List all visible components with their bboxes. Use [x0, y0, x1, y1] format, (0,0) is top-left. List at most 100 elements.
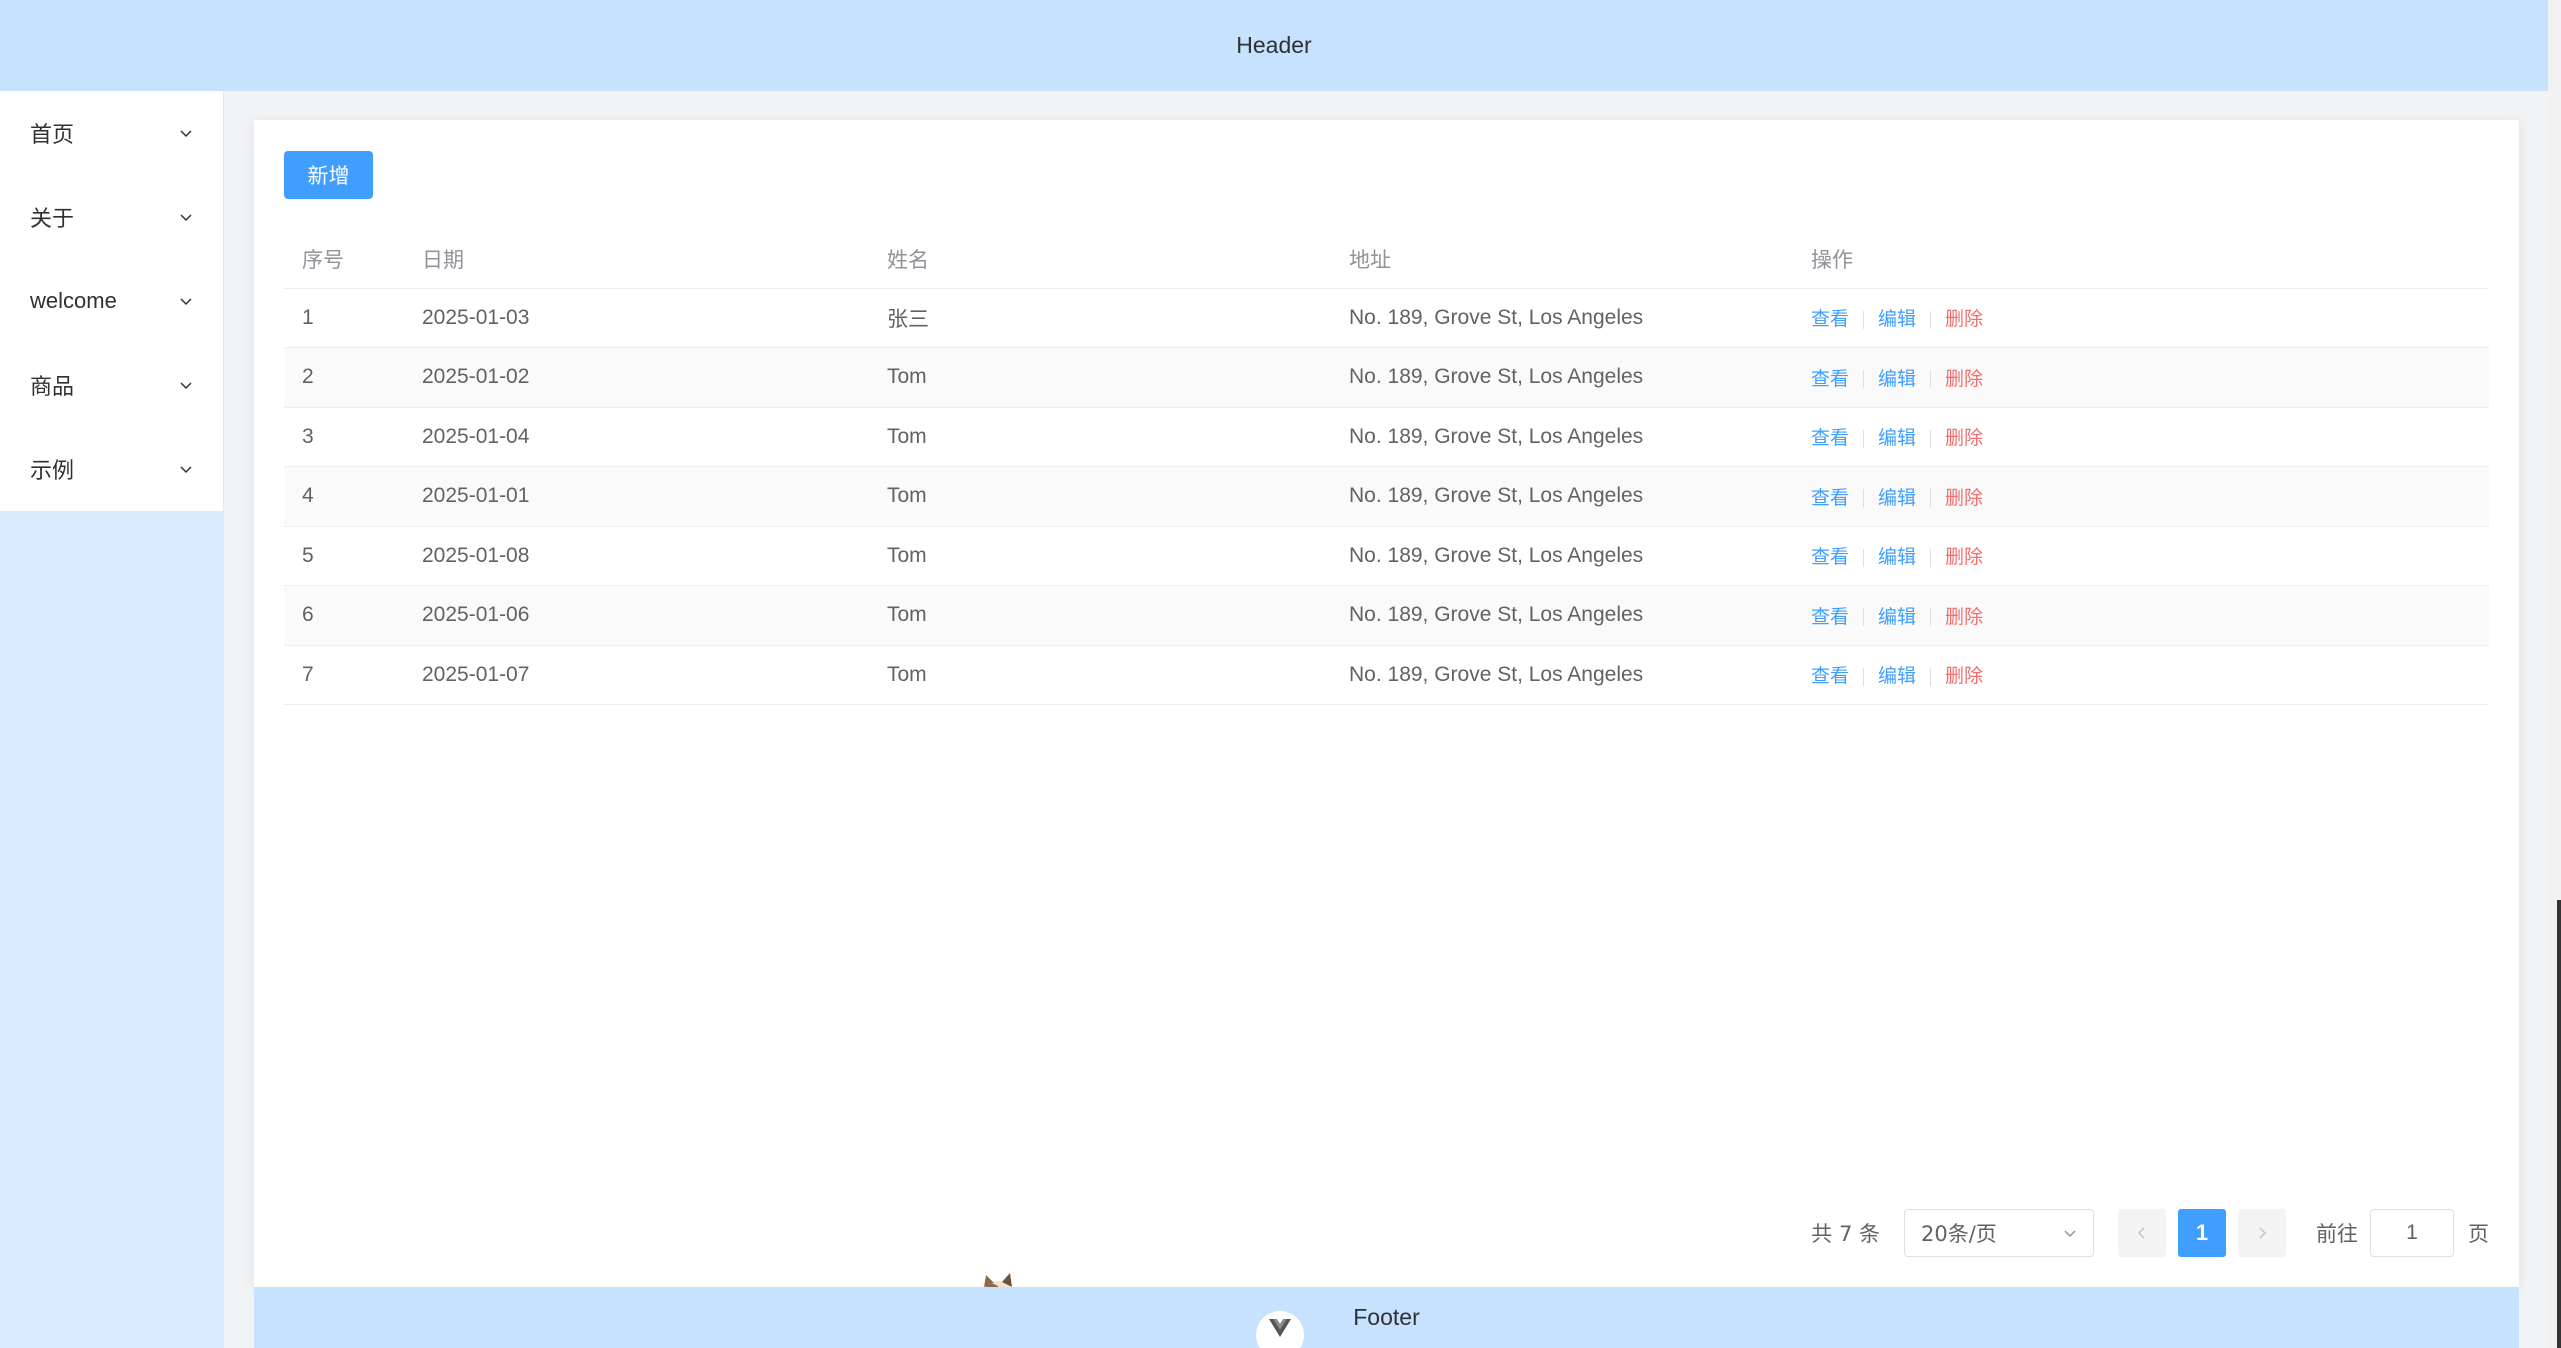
- sidebar-item-label: 首页: [30, 122, 75, 147]
- view-link[interactable]: 查看: [1811, 665, 1849, 687]
- action-divider: [1863, 667, 1865, 686]
- action-divider: [1863, 370, 1865, 389]
- sidebar-item-products[interactable]: 商品: [0, 343, 223, 427]
- view-link[interactable]: 查看: [1811, 368, 1849, 390]
- cell-actions: 查看 编辑 删除: [1793, 585, 2489, 646]
- cell-date: 2025-01-03: [404, 288, 869, 348]
- edit-link[interactable]: 编辑: [1878, 487, 1916, 509]
- sidebar-item-label: 示例: [30, 458, 75, 483]
- cell-actions: 查看 编辑 删除: [1793, 466, 2489, 527]
- prev-page-button[interactable]: [2118, 1209, 2166, 1257]
- pagination: 共 7 条 20条/页 1 前往 页: [1811, 1209, 2489, 1257]
- chevron-down-icon: [180, 130, 192, 138]
- table-body: 1 2025-01-03 张三 No. 189, Grove St, Los Ange…: [284, 288, 2489, 705]
- table-row: 7 2025-01-07 Tom No. 189, Grove St, Los Ang…: [284, 645, 2489, 705]
- edit-link[interactable]: 编辑: [1878, 665, 1916, 687]
- action-divider: [1863, 548, 1865, 567]
- app-header: Header: [0, 0, 2548, 91]
- page-jump-input[interactable]: [2370, 1209, 2454, 1257]
- next-page-button[interactable]: [2238, 1209, 2286, 1257]
- cell-name: Tom: [869, 526, 1331, 586]
- table-row: 4 2025-01-01 Tom No. 189, Grove St, Los Ang…: [284, 466, 2489, 527]
- view-link[interactable]: 查看: [1811, 427, 1849, 449]
- cell-date: 2025-01-01: [404, 466, 869, 527]
- app-footer: Footer: [254, 1287, 2519, 1348]
- cell-name: Tom: [869, 466, 1331, 527]
- action-divider: [1863, 489, 1865, 508]
- sidebar-item-label: welcome: [30, 288, 117, 313]
- cell-name: Tom: [869, 407, 1331, 467]
- delete-link[interactable]: 删除: [1945, 665, 1983, 687]
- delete-link[interactable]: 删除: [1945, 606, 1983, 628]
- sidebar-item-examples[interactable]: 示例: [0, 427, 223, 511]
- table-row: 3 2025-01-04 Tom No. 189, Grove St, Los Ang…: [284, 407, 2489, 467]
- cell-index: 1: [284, 288, 404, 348]
- cell-address: No. 189, Grove St, Los Angeles: [1331, 466, 1793, 527]
- goto-label: 前往: [2316, 1222, 2358, 1246]
- sidebar-item-label: 关于: [30, 206, 75, 231]
- action-divider: [1863, 429, 1865, 448]
- sidebar: 首页 关于 welcome 商品 示例: [0, 91, 224, 1348]
- view-link[interactable]: 查看: [1811, 546, 1849, 568]
- delete-link[interactable]: 删除: [1945, 308, 1983, 330]
- sidebar-item-label: 商品: [30, 374, 75, 399]
- page-number-current[interactable]: 1: [2178, 1209, 2226, 1257]
- cell-name: Tom: [869, 585, 1331, 646]
- cell-address: No. 189, Grove St, Los Angeles: [1331, 585, 1793, 646]
- sidebar-item-home[interactable]: 首页: [0, 91, 223, 175]
- page-size-select[interactable]: 20条/页: [1904, 1209, 2094, 1257]
- action-divider: [1930, 608, 1932, 627]
- vue-logo-icon: [1256, 1311, 1304, 1348]
- edit-link[interactable]: 编辑: [1878, 308, 1916, 330]
- cell-date: 2025-01-07: [404, 645, 869, 705]
- edit-link[interactable]: 编辑: [1878, 606, 1916, 628]
- sidebar-item-welcome[interactable]: welcome: [0, 259, 223, 343]
- cell-name: Tom: [869, 347, 1331, 408]
- action-divider: [1930, 548, 1932, 567]
- edit-link[interactable]: 编辑: [1878, 546, 1916, 568]
- edit-link[interactable]: 编辑: [1878, 368, 1916, 390]
- cell-name: 张三: [869, 288, 1331, 348]
- cell-date: 2025-01-04: [404, 407, 869, 467]
- table-header-row: 序号 日期 姓名 地址 操作: [284, 230, 2489, 289]
- action-divider: [1930, 310, 1932, 329]
- cell-index: 7: [284, 645, 404, 705]
- action-divider: [1863, 608, 1865, 627]
- page-scrollbar-thumb[interactable]: [2557, 900, 2561, 1348]
- cell-index: 5: [284, 526, 404, 586]
- column-header-actions: 操作: [1793, 230, 2489, 289]
- cell-actions: 查看 编辑 删除: [1793, 407, 2489, 467]
- footer-title: Footer: [1353, 1304, 1420, 1330]
- cell-address: No. 189, Grove St, Los Angeles: [1331, 288, 1793, 348]
- chevron-right-icon: [2259, 1227, 2267, 1239]
- cell-actions: 查看 编辑 删除: [1793, 526, 2489, 586]
- delete-link[interactable]: 删除: [1945, 427, 1983, 449]
- add-button[interactable]: 新增: [284, 151, 373, 199]
- view-link[interactable]: 查看: [1811, 487, 1849, 509]
- chevron-down-icon: [180, 214, 192, 222]
- table-row: 1 2025-01-03 张三 No. 189, Grove St, Los Ange…: [284, 288, 2489, 348]
- cell-address: No. 189, Grove St, Los Angeles: [1331, 526, 1793, 586]
- chevron-left-icon: [2137, 1227, 2145, 1239]
- view-link[interactable]: 查看: [1811, 606, 1849, 628]
- cell-index: 3: [284, 407, 404, 467]
- cell-date: 2025-01-02: [404, 347, 869, 408]
- action-divider: [1930, 370, 1932, 389]
- action-divider: [1930, 489, 1932, 508]
- table-row: 5 2025-01-08 Tom No. 189, Grove St, Los Ang…: [284, 526, 2489, 586]
- sidebar-item-about[interactable]: 关于: [0, 175, 223, 259]
- delete-link[interactable]: 删除: [1945, 546, 1983, 568]
- view-link[interactable]: 查看: [1811, 308, 1849, 330]
- delete-link[interactable]: 删除: [1945, 368, 1983, 390]
- action-divider: [1863, 310, 1865, 329]
- delete-link[interactable]: 删除: [1945, 487, 1983, 509]
- cell-date: 2025-01-08: [404, 526, 869, 586]
- edit-link[interactable]: 编辑: [1878, 427, 1916, 449]
- sidebar-menu: 首页 关于 welcome 商品 示例: [0, 91, 224, 511]
- cell-address: No. 189, Grove St, Los Angeles: [1331, 407, 1793, 467]
- action-divider: [1930, 667, 1932, 686]
- chevron-down-icon: [180, 298, 192, 306]
- cell-date: 2025-01-06: [404, 585, 869, 646]
- cell-index: 4: [284, 466, 404, 527]
- cell-name: Tom: [869, 645, 1331, 705]
